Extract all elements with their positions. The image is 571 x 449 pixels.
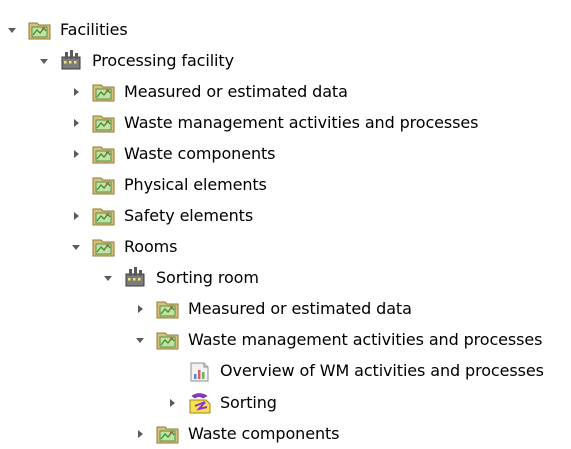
folder-map-icon: [90, 171, 118, 199]
expand-chevron-icon[interactable]: [4, 22, 20, 38]
tree-label: Physical elements: [124, 175, 267, 194]
folder-map-icon: [154, 295, 182, 323]
factory-icon: [58, 47, 86, 75]
tree-row-safety-elements[interactable]: Safety elements: [68, 201, 253, 231]
tree-label: Overview of WM activities and processes: [220, 361, 544, 380]
tree-row-room-measured-data[interactable]: Measured or estimated data: [132, 294, 412, 324]
tree-row-overview[interactable]: Overview of WM activities and processes: [164, 356, 544, 386]
collapsed-chevron-icon[interactable]: [132, 426, 148, 442]
expand-chevron-icon[interactable]: [36, 53, 52, 69]
tree-label: Waste management activities and processe…: [124, 113, 479, 132]
tree-label: Sorting room: [156, 268, 259, 287]
folder-map-icon: [90, 233, 118, 261]
folder-map-icon: [90, 202, 118, 230]
folder-map-icon: [90, 78, 118, 106]
collapsed-chevron-icon[interactable]: [132, 301, 148, 317]
expand-chevron-icon[interactable]: [100, 270, 116, 286]
tree-row-sorting[interactable]: Sorting: [164, 388, 277, 418]
chart-icon: [186, 357, 214, 385]
tree-label: Processing facility: [92, 51, 234, 70]
tree-label: Facilities: [60, 20, 128, 39]
tree-row-physical-elements[interactable]: Physical elements: [68, 170, 267, 200]
collapsed-chevron-icon[interactable]: [68, 208, 84, 224]
folder-map-icon: [90, 140, 118, 168]
collapsed-chevron-icon[interactable]: [68, 115, 84, 131]
tree-row-sorting-room[interactable]: Sorting room: [100, 263, 259, 293]
folder-map-icon: [154, 420, 182, 448]
tree-row-wm-activities[interactable]: Waste management activities and processe…: [68, 108, 478, 138]
tree-label: Rooms: [124, 237, 178, 256]
tree-label: Waste components: [124, 144, 276, 163]
tree-row-processing-facility[interactable]: Processing facility: [36, 46, 234, 76]
tree-label: Sorting: [220, 393, 277, 412]
tree-row-measured-data[interactable]: Measured or estimated data: [68, 77, 348, 107]
tree-label: Safety elements: [124, 206, 254, 225]
facility-tree: Facilities Processing facility Measured …: [0, 0, 571, 445]
tree-label: Waste management activities and processe…: [188, 330, 543, 349]
collapsed-chevron-icon[interactable]: [68, 84, 84, 100]
collapsed-chevron-icon[interactable]: [164, 395, 180, 411]
tree-label: Measured or estimated data: [124, 82, 348, 101]
tree-row-waste-components[interactable]: Waste components: [68, 139, 276, 169]
folder-map-icon: [26, 16, 54, 44]
tree-row-room-wm-activities[interactable]: Waste management activities and processe…: [132, 325, 542, 355]
tree-row-facilities[interactable]: Facilities: [4, 15, 128, 45]
tree-label: Measured or estimated data: [188, 299, 412, 318]
collapsed-chevron-icon[interactable]: [68, 146, 84, 162]
expand-chevron-icon[interactable]: [132, 332, 148, 348]
expand-chevron-icon[interactable]: [68, 239, 84, 255]
tree-row-rooms[interactable]: Rooms: [68, 232, 178, 262]
folder-map-icon: [154, 326, 182, 354]
process-icon: [186, 389, 214, 417]
factory-icon: [122, 264, 150, 292]
folder-map-icon: [90, 109, 118, 137]
